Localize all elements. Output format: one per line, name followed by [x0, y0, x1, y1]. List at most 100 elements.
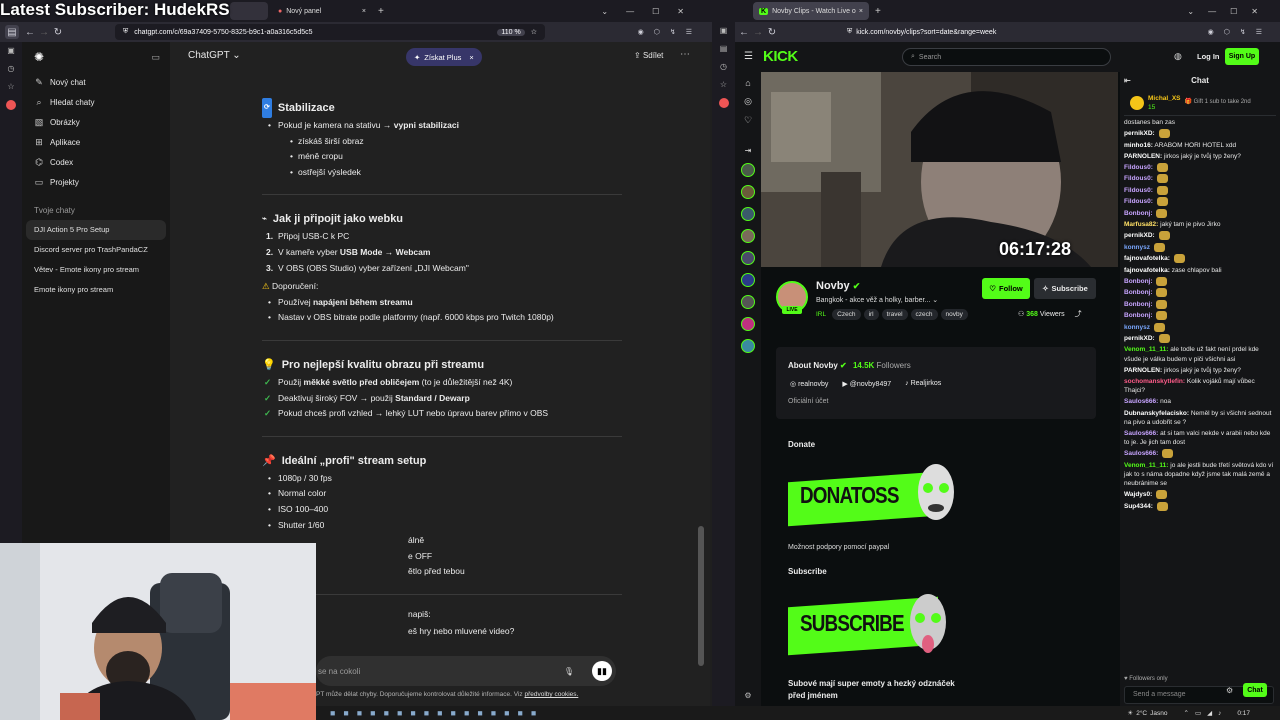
signup-button[interactable]: Sign Up — [1225, 48, 1259, 65]
expand-icon[interactable]: ⇥ — [745, 146, 752, 155]
chat-username[interactable]: pernikXD: — [1124, 335, 1155, 342]
tab-kick[interactable]: K Novby Clips - Watch Live o × — [753, 2, 869, 20]
followed-channel-avatar[interactable] — [741, 339, 755, 353]
reload-icon[interactable]: ↻ — [765, 25, 779, 39]
new-tab-icon[interactable]: + — [378, 6, 384, 17]
get-plus-button[interactable]: ✦ Získat Plus × — [406, 48, 482, 66]
chat-item[interactable]: Větev - Emote ikony pro stream — [22, 260, 170, 280]
chat-send-button[interactable]: Chat — [1243, 683, 1267, 697]
sidebar-item-projects[interactable]: ▭ Projekty — [22, 172, 170, 192]
sidebar-item-images[interactable]: ▧ Obrázky — [22, 112, 170, 132]
followed-channel-avatar[interactable] — [741, 251, 755, 265]
chat-username[interactable]: Saulos666: — [1124, 398, 1158, 405]
chat-username[interactable]: Venom_11_11: — [1124, 346, 1168, 353]
sidebar-toggle-icon[interactable]: ▤ — [5, 25, 19, 39]
followed-channel-avatar[interactable] — [741, 317, 755, 331]
chat-username[interactable]: konnysz — [1124, 324, 1150, 331]
chat-username[interactable]: Wajdys0: — [1124, 492, 1152, 499]
chat-username[interactable]: Dubnanskyfelacisko: — [1124, 410, 1189, 417]
address-bar[interactable]: ⛨ kick.com/novby/clips?sort=date&range=we… — [839, 24, 1129, 40]
video-player[interactable]: 06:17:28 — [761, 72, 1118, 267]
category-link[interactable]: IRL — [816, 311, 826, 318]
tag[interactable]: Czech — [832, 309, 861, 320]
star-icon[interactable]: ☆ — [719, 80, 729, 90]
more-options-icon[interactable]: ⋯ — [680, 49, 690, 60]
bookmarks-icon[interactable]: ▤ — [719, 44, 729, 54]
youtube-link[interactable]: ▶ @novby8497 — [842, 380, 891, 388]
chat-username[interactable]: Bonbonj: — [1124, 289, 1153, 296]
model-selector[interactable]: ChatGPT ⌄ — [188, 50, 241, 61]
followed-channel-avatar[interactable] — [741, 207, 755, 221]
donate-banner[interactable]: DONATOSS — [788, 462, 958, 528]
chevron-down-icon[interactable]: ⌄ — [932, 297, 938, 304]
menu-icon[interactable]: ☰ — [744, 51, 753, 62]
sidebar-item-apps[interactable]: ⊞ Aplikace — [22, 132, 170, 152]
share-button[interactable]: ⇪ Sdílet — [634, 51, 663, 60]
chat-username[interactable]: pernikXD: — [1124, 233, 1155, 240]
toolbar-extension-icons[interactable]: ◉⬡↯☰ — [1208, 28, 1272, 36]
extension-icon[interactable] — [6, 100, 16, 110]
window-controls-icon[interactable]: ⌄—☐✕ — [1187, 7, 1272, 16]
chat-username[interactable]: Bonbonj: — [1124, 312, 1153, 319]
tag[interactable]: irl — [863, 309, 879, 320]
chat-username[interactable]: Venom_11_11: — [1124, 462, 1168, 469]
heart-icon[interactable]: ♡ — [744, 115, 752, 126]
followed-channel-avatar[interactable] — [741, 229, 755, 243]
history-icon[interactable]: ◷ — [6, 64, 16, 74]
back-icon[interactable]: ← — [23, 25, 37, 39]
chat-username[interactable]: Bonbonj: — [1124, 301, 1153, 308]
follow-button[interactable]: ♡ Follow — [982, 278, 1030, 299]
tiktok-link[interactable]: ♪ Realjirkos — [905, 380, 941, 388]
tray-icons[interactable]: ⌃▭◢♪ — [1184, 709, 1228, 717]
close-icon[interactable]: × — [859, 8, 863, 15]
chat-username[interactable]: fajnovafotelka: — [1124, 255, 1170, 262]
scrollbar[interactable] — [698, 526, 704, 666]
reload-icon[interactable]: ↻ — [51, 25, 65, 39]
window-controls-icon[interactable]: ⌄—☐✕ — [601, 7, 702, 16]
browse-icon[interactable]: ◎ — [744, 96, 752, 107]
home-icon[interactable]: ⌂ — [745, 78, 750, 88]
chat-item[interactable]: DJI Action 5 Pro Setup — [26, 220, 166, 240]
chat-username[interactable]: Bonbonj: — [1124, 210, 1153, 217]
share-icon[interactable]: ⤴ — [1075, 311, 1082, 318]
chat-username[interactable]: Fildous0: — [1124, 164, 1153, 171]
sidebar-item-codex[interactable]: ⌬ Codex — [22, 152, 170, 172]
chat-item[interactable]: Emote ikony pro stream — [22, 280, 170, 300]
bookmark-icon[interactable]: ☆ — [6, 82, 16, 92]
subscribe-button[interactable]: ✧ Subscribe — [1034, 278, 1096, 299]
collapse-sidebar-icon[interactable]: ▭ — [151, 52, 160, 63]
toolbar-extension-icons[interactable]: ◉⬡↯☰ — [638, 28, 702, 36]
chat-username[interactable]: PARNOLEN: — [1124, 153, 1162, 160]
chat-username[interactable]: Saulos666: — [1124, 451, 1158, 458]
star-icon[interactable]: ☆ — [531, 28, 537, 36]
channel-name[interactable]: Novby — [816, 280, 850, 292]
chat-username[interactable]: sochomanskytlefin: — [1124, 378, 1185, 385]
kick-logo[interactable]: KICK — [763, 48, 798, 65]
followed-channel-avatar[interactable] — [741, 295, 755, 309]
collapse-chat-icon[interactable]: ⇤ — [1124, 76, 1131, 85]
chat-username[interactable]: pernikXD: — [1124, 130, 1155, 137]
tag[interactable]: travel — [881, 309, 908, 320]
chat-username[interactable]: Bonbonj: — [1124, 278, 1153, 285]
chat-settings-icon[interactable]: ⚙ — [1226, 686, 1233, 695]
settings-icon[interactable]: ⚙ — [744, 691, 751, 700]
followed-channel-avatar[interactable] — [741, 163, 755, 177]
tag[interactable]: czech — [910, 309, 938, 320]
subscribe-banner[interactable]: SUBSCRIBE — [788, 592, 958, 662]
back-icon[interactable]: ← — [737, 25, 751, 39]
tab-new-panel[interactable]: ● Nový panel × — [272, 2, 372, 20]
cookie-link[interactable]: předvolby cookies. — [524, 691, 578, 698]
tag[interactable]: novby — [940, 309, 968, 320]
voice-mode-icon[interactable]: ▮▮ — [592, 661, 612, 681]
microphone-icon[interactable]: 🎙 — [564, 667, 574, 676]
new-tab-icon[interactable]: + — [875, 6, 881, 17]
chat-username[interactable]: Sup4344: — [1124, 503, 1153, 510]
chat-item[interactable]: Discord server pro TrashPandaCZ — [22, 240, 170, 260]
forward-icon[interactable]: → — [751, 25, 765, 39]
sidebar-icon[interactable]: ▣ — [6, 46, 16, 56]
close-icon[interactable]: × — [362, 8, 366, 15]
chat-username[interactable]: konnysz — [1124, 244, 1150, 251]
language-icon[interactable]: ◍ — [1174, 51, 1182, 62]
chat-username[interactable]: Fildous0: — [1124, 187, 1153, 194]
search-input[interactable]: ⌕ Search — [902, 48, 1111, 66]
